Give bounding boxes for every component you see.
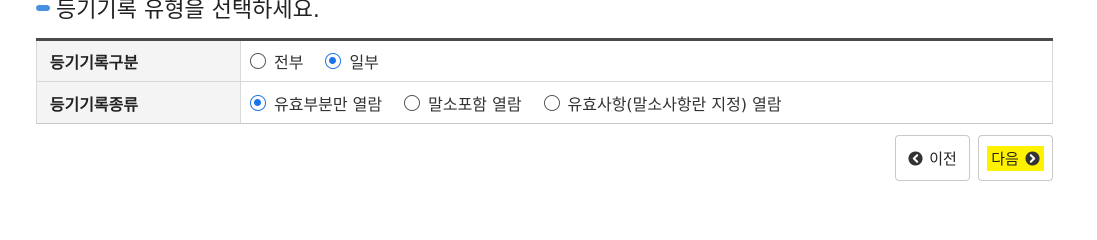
row-options-registry-scope: 전부 일부 xyxy=(240,39,1053,82)
option-valid-only[interactable]: 유효부분만 열람 xyxy=(250,91,382,115)
option-valid-designated[interactable]: 유효사항(말소사항란 지정) 열람 xyxy=(543,91,782,115)
option-include-cancelled-label: 말소포함 열람 xyxy=(428,94,522,114)
table-row-registry-scope: 등기기록구분 전부 일부 xyxy=(36,39,1053,82)
arrow-left-circle-icon xyxy=(908,150,923,166)
radio-valid-only[interactable] xyxy=(250,94,266,111)
section-heading: 등기기록 유형을 선택하세요. xyxy=(36,0,320,23)
next-button[interactable]: 다음 xyxy=(978,135,1053,181)
table-row-registry-type: 등기기록종류 유효부분만 열람 말소포함 열람 유효사항(말소사항란 지정) 열… xyxy=(36,81,1053,124)
radio-full[interactable] xyxy=(250,53,266,69)
prev-button-label: 이전 xyxy=(929,149,957,168)
option-valid-designated-label: 유효사항(말소사항란 지정) 열람 xyxy=(567,94,782,114)
option-valid-only-label: 유효부분만 열람 xyxy=(274,94,383,114)
prev-button[interactable]: 이전 xyxy=(895,135,970,181)
option-full[interactable]: 전부 xyxy=(250,49,303,73)
radio-valid-designated[interactable] xyxy=(543,94,560,111)
heading-bullet-icon xyxy=(36,5,50,11)
row-label-registry-type: 등기기록종류 xyxy=(36,81,241,124)
row-options-registry-type: 유효부분만 열람 말소포함 열람 유효사항(말소사항란 지정) 열람 xyxy=(240,81,1053,124)
arrow-right-circle-icon xyxy=(1025,150,1040,166)
option-partial-label: 일부 xyxy=(349,53,379,72)
next-button-label: 다음 xyxy=(991,149,1019,168)
options-table: 등기기록구분 전부 일부 등기기록종류 유효부분만 열람 말소포함 열람 유효사… xyxy=(36,38,1053,124)
heading-text: 등기기록 유형을 선택하세요. xyxy=(56,0,320,23)
option-partial[interactable]: 일부 xyxy=(325,49,379,73)
radio-partial[interactable] xyxy=(325,53,342,69)
row-label-registry-scope: 등기기록구분 xyxy=(36,39,241,82)
option-include-cancelled[interactable]: 말소포함 열람 xyxy=(404,91,522,115)
radio-include-cancelled[interactable] xyxy=(404,94,421,111)
option-full-label: 전부 xyxy=(274,53,304,72)
